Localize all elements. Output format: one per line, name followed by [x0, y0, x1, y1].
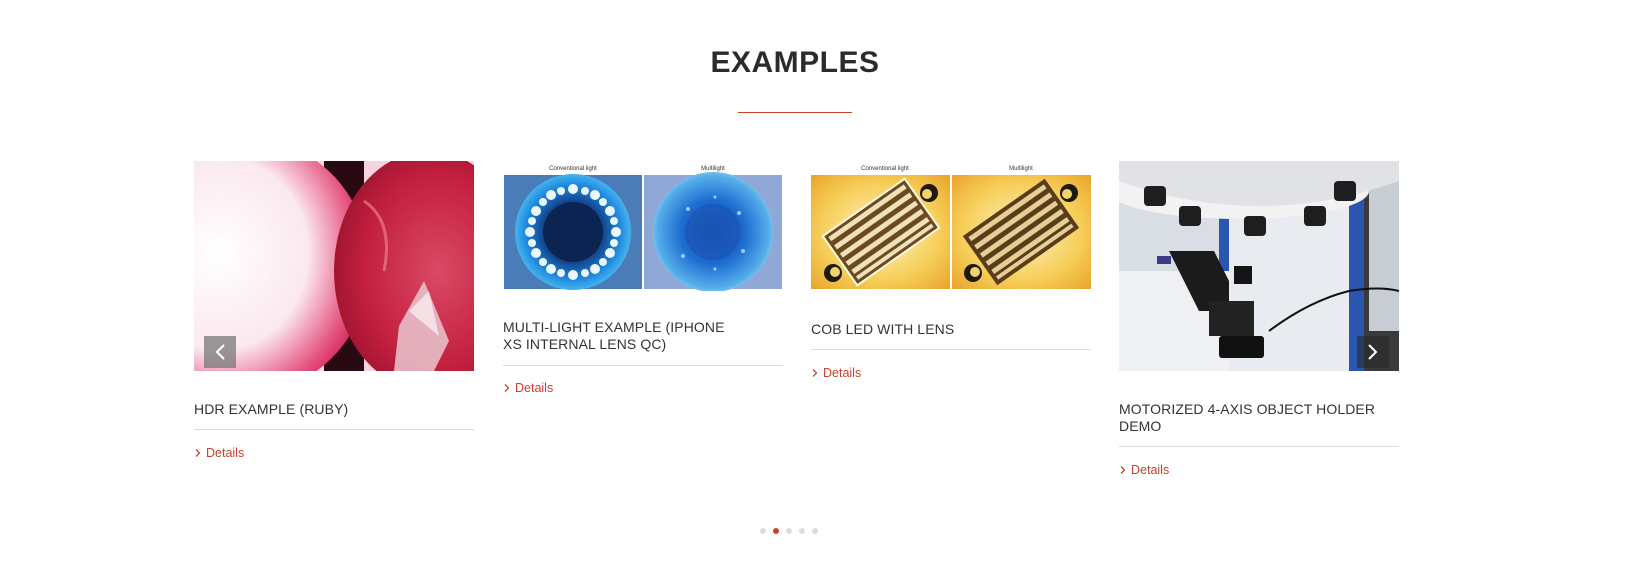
details-link[interactable]: Details	[811, 366, 861, 380]
card-image-hdr-ruby[interactable]	[194, 161, 474, 371]
details-link[interactable]: Details	[194, 446, 244, 460]
image-label-left: Conventional light	[549, 166, 597, 172]
carousel-prev-button[interactable]	[204, 336, 236, 368]
card-multi-light: Conventional light Multilight MULTI-LIGH…	[503, 161, 783, 398]
examples-section: EXAMPLES HDR EXAMPLE (RUBY) Details Conv…	[0, 0, 1645, 561]
ruby-image	[194, 161, 474, 371]
carousel-dot[interactable]	[773, 528, 779, 534]
carousel-next-button[interactable]	[1357, 336, 1389, 368]
details-link-label: Details	[515, 381, 554, 395]
details-link-label: Details	[1131, 463, 1170, 477]
multi-light-image: Conventional light Multilight	[503, 161, 783, 291]
card-title: COB LED WITH LENS	[811, 321, 955, 337]
image-label-left: Conventional light	[861, 166, 909, 172]
details-link[interactable]: Details	[503, 381, 553, 395]
details-link-label: Details	[823, 366, 862, 380]
card-divider	[503, 365, 783, 366]
card-divider	[194, 429, 474, 430]
card-title: HDR EXAMPLE (RUBY)	[194, 401, 349, 417]
chevron-right-icon	[1120, 466, 1126, 474]
card-title: MULTI-LIGHT EXAMPLE (IPHONE XS INTERNAL …	[503, 319, 725, 352]
image-label-right: Multilight	[701, 166, 725, 172]
chevron-right-icon	[812, 369, 818, 377]
card-motorized-holder: MOTORIZED 4-AXIS OBJECT HOLDER DEMO Deta…	[1119, 161, 1399, 480]
chevron-right-icon	[195, 449, 201, 457]
card-image-motorized-holder[interactable]	[1119, 161, 1399, 371]
image-label-right: Multilight	[1009, 166, 1033, 172]
card-hdr-ruby: HDR EXAMPLE (RUBY) Details	[194, 161, 474, 463]
chevron-right-icon	[504, 384, 510, 392]
details-link-label: Details	[206, 446, 245, 460]
chevron-right-icon	[1368, 344, 1378, 360]
card-title: MOTORIZED 4-AXIS OBJECT HOLDER DEMO	[1119, 401, 1376, 434]
card-image-multi-light[interactable]: Conventional light Multilight	[503, 161, 783, 291]
carousel-dot[interactable]	[812, 528, 818, 534]
card-divider	[1119, 446, 1399, 447]
card-divider	[811, 349, 1091, 350]
details-link[interactable]: Details	[1119, 463, 1169, 477]
card-cob-led: Conventional light Multilight COB LED WI…	[811, 161, 1091, 383]
cob-led-image: Conventional light Multilight	[811, 161, 1091, 291]
carousel-dot[interactable]	[799, 528, 805, 534]
section-title: EXAMPLES	[710, 46, 880, 79]
carousel-dot[interactable]	[760, 528, 766, 534]
carousel-pagination	[760, 528, 818, 534]
chevron-left-icon	[215, 344, 225, 360]
card-image-cob-led[interactable]: Conventional light Multilight	[811, 161, 1091, 291]
title-underline	[738, 112, 852, 113]
carousel-dot[interactable]	[786, 528, 792, 534]
